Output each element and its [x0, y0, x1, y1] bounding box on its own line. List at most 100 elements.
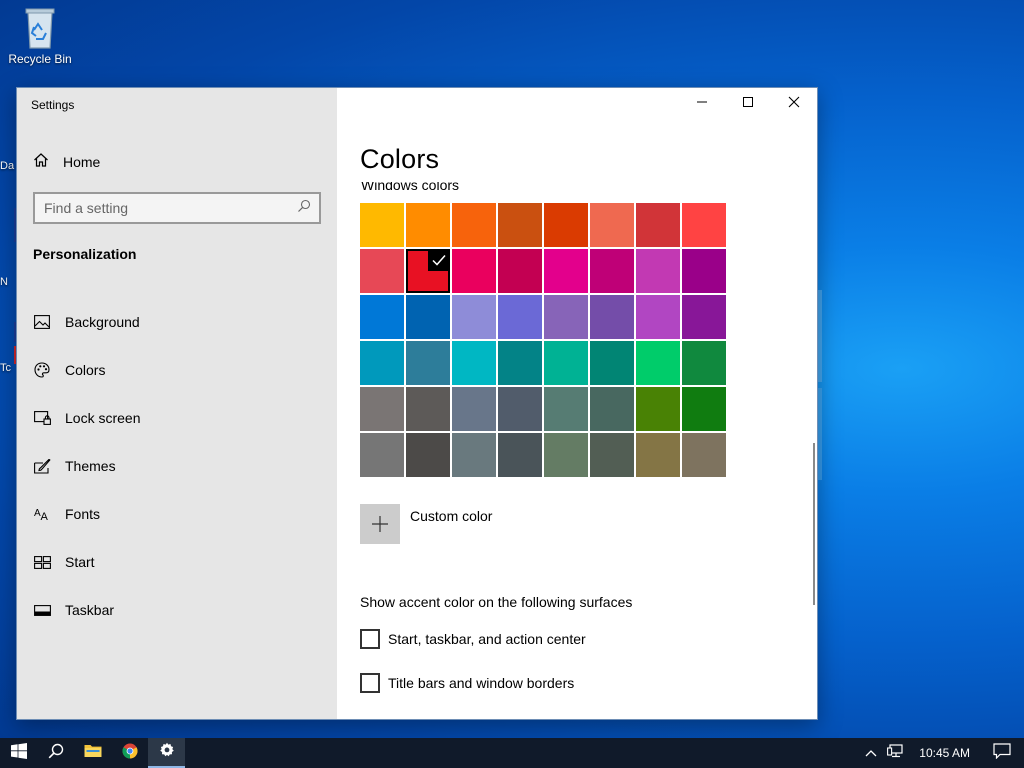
taskbar-chrome[interactable] [111, 738, 148, 768]
accent-color-swatch[interactable] [682, 433, 726, 477]
page-title: Colors [360, 144, 440, 174]
accent-color-swatch[interactable] [682, 341, 726, 385]
accent-color-swatch[interactable] [636, 387, 680, 431]
accent-color-swatch[interactable] [452, 387, 496, 431]
accent-color-swatch[interactable] [544, 203, 588, 247]
sidebar-item-themes[interactable]: Themes [33, 442, 321, 490]
minimize-button[interactable] [679, 88, 725, 120]
accent-color-swatch[interactable] [360, 249, 404, 293]
start-button[interactable] [0, 738, 37, 768]
desktop-peek-label[interactable]: Da [0, 160, 17, 190]
desktop-peek-label[interactable]: N [0, 276, 17, 306]
home-icon [33, 152, 49, 173]
palette-icon [33, 361, 51, 379]
search-icon [48, 743, 64, 764]
show-hidden-icons-button[interactable] [859, 738, 883, 768]
accent-color-swatch[interactable] [406, 249, 450, 293]
nav-list: Background Colors Lock screen Themes A A… [33, 298, 321, 634]
accent-color-swatch[interactable] [360, 295, 404, 339]
accent-color-swatch[interactable] [590, 387, 634, 431]
desktop-icon-label: Recycle Bin [8, 52, 72, 66]
accent-color-swatch[interactable] [452, 295, 496, 339]
accent-color-swatch[interactable] [590, 341, 634, 385]
sidebar-item-start[interactable]: Start [33, 538, 321, 586]
network-button[interactable] [883, 738, 909, 768]
sidebar-item-label: Taskbar [65, 602, 115, 618]
close-button[interactable] [771, 88, 817, 120]
scrollbar-thumb[interactable] [813, 443, 815, 605]
sidebar-item-colors[interactable]: Colors [33, 346, 321, 394]
maximize-button[interactable] [725, 88, 771, 120]
subheading-clip: Windows colors [361, 182, 561, 192]
action-center-button[interactable] [980, 738, 1024, 768]
minimize-icon [696, 95, 708, 113]
checkbox-label: Title bars and window borders [388, 675, 575, 691]
accent-color-swatch[interactable] [544, 295, 588, 339]
custom-color-button[interactable]: Custom color [360, 504, 492, 544]
search-input[interactable] [44, 200, 297, 216]
accent-color-swatch[interactable] [636, 295, 680, 339]
taskbar-settings[interactable] [148, 738, 185, 768]
accent-color-swatch[interactable] [590, 249, 634, 293]
taskbar-file-explorer[interactable] [74, 738, 111, 768]
accent-color-swatch[interactable] [590, 203, 634, 247]
sidebar-item-label: Start [65, 554, 95, 570]
accent-color-swatch[interactable] [360, 387, 404, 431]
nav-home[interactable]: Home [33, 150, 100, 174]
settings-window: Settings Home Personalization Background [16, 87, 818, 720]
surfaces-label: Show accent color on the following surfa… [360, 594, 633, 610]
accent-color-swatch[interactable] [682, 295, 726, 339]
checkbox-title-bars[interactable]: Title bars and window borders [360, 673, 574, 693]
accent-color-swatch[interactable] [406, 387, 450, 431]
checkbox-start-taskbar[interactable]: Start, taskbar, and action center [360, 629, 586, 649]
accent-color-swatch[interactable] [636, 433, 680, 477]
sidebar-item-taskbar[interactable]: Taskbar [33, 586, 321, 634]
accent-color-swatch[interactable] [544, 249, 588, 293]
accent-color-swatch[interactable] [406, 203, 450, 247]
clock[interactable]: 10:45 AM [909, 738, 980, 768]
taskbar-search-button[interactable] [37, 738, 74, 768]
accent-color-swatch[interactable] [406, 341, 450, 385]
accent-color-swatch[interactable] [636, 249, 680, 293]
checkbox-box[interactable] [360, 673, 380, 693]
search-box[interactable] [33, 192, 321, 224]
checkmark-icon [428, 249, 450, 271]
accent-color-swatch[interactable] [406, 295, 450, 339]
accent-color-swatch[interactable] [452, 203, 496, 247]
sidebar-item-lock-screen[interactable]: Lock screen [33, 394, 321, 442]
accent-color-swatch[interactable] [590, 295, 634, 339]
accent-color-swatch[interactable] [636, 203, 680, 247]
accent-color-swatch[interactable] [452, 341, 496, 385]
accent-color-swatch[interactable] [682, 387, 726, 431]
accent-color-swatch[interactable] [452, 433, 496, 477]
accent-color-swatch[interactable] [498, 341, 542, 385]
windows-colors-heading: Windows colors [361, 182, 460, 192]
sidebar-item-background[interactable]: Background [33, 298, 321, 346]
accent-color-swatch[interactable] [498, 387, 542, 431]
accent-color-swatch[interactable] [360, 341, 404, 385]
accent-color-swatch[interactable] [498, 295, 542, 339]
accent-color-swatch[interactable] [544, 387, 588, 431]
accent-color-swatch[interactable] [452, 249, 496, 293]
accent-color-swatch[interactable] [636, 341, 680, 385]
accent-color-swatch[interactable] [544, 433, 588, 477]
desktop-peek-label[interactable]: Tc [0, 362, 17, 392]
maximize-icon [742, 95, 754, 113]
accent-color-swatch[interactable] [406, 433, 450, 477]
accent-color-swatch[interactable] [498, 249, 542, 293]
themes-brush-icon [33, 457, 51, 475]
accent-color-swatch[interactable] [498, 433, 542, 477]
settings-content: Colors Windows colors Custom color Show … [337, 88, 817, 719]
accent-color-swatch[interactable] [498, 203, 542, 247]
sidebar-item-fonts[interactable]: AA Fonts [33, 490, 321, 538]
accent-color-swatch[interactable] [682, 203, 726, 247]
accent-color-swatch[interactable] [360, 203, 404, 247]
custom-color-label: Custom color [410, 508, 493, 524]
desktop-icon-recycle-bin[interactable]: Recycle Bin [4, 6, 76, 66]
accent-color-swatch[interactable] [544, 341, 588, 385]
accent-color-swatch[interactable] [682, 249, 726, 293]
chrome-icon [121, 743, 138, 764]
checkbox-box[interactable] [360, 629, 380, 649]
accent-color-swatch[interactable] [360, 433, 404, 477]
accent-color-swatch[interactable] [590, 433, 634, 477]
